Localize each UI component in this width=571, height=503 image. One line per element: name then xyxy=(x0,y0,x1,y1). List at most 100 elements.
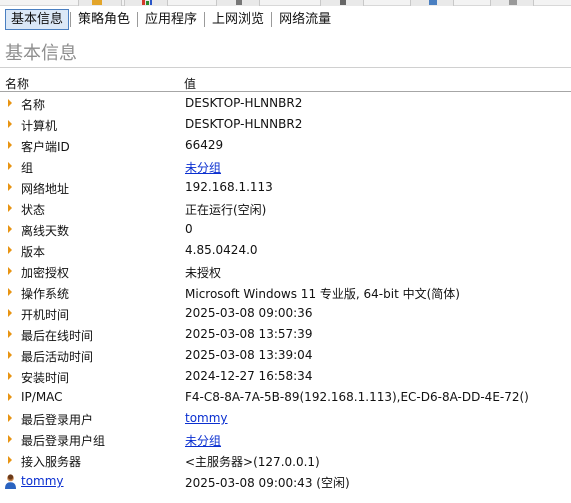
orange-triangle-icon xyxy=(8,414,12,422)
toolbar-tab-stub[interactable] xyxy=(124,0,168,6)
row-label: 加密授权 xyxy=(21,266,70,280)
row-label: IP/MAC xyxy=(21,390,63,404)
tab-applications[interactable]: 应用程序 xyxy=(139,9,203,30)
orange-triangle-icon xyxy=(8,204,12,212)
row-value: Microsoft Windows 11 专业版, 64-bit 中文(简体) xyxy=(185,287,460,301)
table-header: 名称 值 xyxy=(0,73,571,91)
table-row: 加密授权 未授权 xyxy=(0,261,571,282)
column-header-name[interactable]: 名称 xyxy=(5,75,29,92)
table-row: IP/MAC F4-C8-8A-7A-5B-89(192.168.1.113),E… xyxy=(0,387,571,408)
row-value: <主服务器>(127.0.0.1) xyxy=(185,455,320,469)
user-session-value: 2025-03-08 09:00:43 (空闲) xyxy=(185,476,350,490)
row-value: 0 xyxy=(185,222,193,236)
table-row: 版本 4.85.0424.0 xyxy=(0,240,571,261)
orange-triangle-icon xyxy=(8,351,12,359)
row-label: 组 xyxy=(21,161,34,175)
table-row: 名称 DESKTOP-HLNNBR2 xyxy=(0,93,571,114)
tab-separator xyxy=(70,11,72,27)
orange-triangle-icon xyxy=(8,267,12,275)
row-label: 开机时间 xyxy=(21,308,70,322)
row-label: 离线天数 xyxy=(21,224,70,238)
table-row: 安装时间 2024-12-27 16:58:34 xyxy=(0,366,571,387)
toolbar-icon xyxy=(429,0,437,5)
row-label: 状态 xyxy=(21,203,46,217)
table-row: 网络地址 192.168.1.113 xyxy=(0,177,571,198)
orange-triangle-icon xyxy=(8,120,12,128)
table-row: 组 未分组 xyxy=(0,156,571,177)
table-row: 最后在线时间 2025-03-08 13:57:39 xyxy=(0,324,571,345)
orange-triangle-icon xyxy=(8,330,12,338)
row-value: 正在运行(空闲) xyxy=(185,203,267,217)
table-row: 计算机 DESKTOP-HLNNBR2 xyxy=(0,114,571,135)
orange-triangle-icon xyxy=(8,309,12,317)
orange-triangle-icon xyxy=(8,225,12,233)
orange-triangle-icon xyxy=(8,288,12,296)
row-value: 未授权 xyxy=(185,266,222,280)
toolbar-tab-stub[interactable] xyxy=(78,0,122,6)
property-list: 名称 DESKTOP-HLNNBR2 计算机 DESKTOP-HLNNBR2 客户端… xyxy=(0,93,571,492)
tab-basic-info[interactable]: 基本信息 xyxy=(5,8,70,30)
toolbar-icon xyxy=(340,0,346,5)
row-value: 2025-03-08 13:39:04 xyxy=(185,348,313,362)
tab-separator xyxy=(204,11,206,27)
row-label: 名称 xyxy=(21,98,46,112)
orange-triangle-icon xyxy=(8,162,12,170)
row-label: 最后登录用户组 xyxy=(21,434,106,448)
toolbar-tab-stub[interactable] xyxy=(410,0,454,6)
table-row: 最后登录用户组 未分组 xyxy=(0,429,571,450)
section-title: 基本信息 xyxy=(5,43,77,64)
row-value: 2025-03-08 09:00:36 xyxy=(185,306,313,320)
table-row: 操作系统 Microsoft Windows 11 专业版, 64-bit 中文(… xyxy=(0,282,571,303)
column-header-value[interactable]: 值 xyxy=(184,75,196,92)
toolbar-icon xyxy=(92,0,102,5)
orange-triangle-icon xyxy=(8,246,12,254)
table-row: 最后活动时间 2025-03-08 13:39:04 xyxy=(0,345,571,366)
title-divider xyxy=(0,67,571,68)
chart-icon xyxy=(142,0,152,5)
row-value: 2024-12-27 16:58:34 xyxy=(185,369,313,383)
group-link[interactable]: 未分组 xyxy=(185,159,221,176)
info-tab-bar: 基本信息 策略角色 应用程序 上网浏览 网络流量 xyxy=(0,8,571,30)
tab-separator xyxy=(137,11,139,27)
tab-network-traffic[interactable]: 网络流量 xyxy=(273,9,337,30)
row-value: DESKTOP-HLNNBR2 xyxy=(185,96,303,110)
row-label: 最后登录用户 xyxy=(21,413,94,427)
table-row: 离线天数 0 xyxy=(0,219,571,240)
table-row: 状态 正在运行(空闲) xyxy=(0,198,571,219)
row-label: 版本 xyxy=(21,245,46,259)
row-label: 接入服务器 xyxy=(21,455,82,469)
toolbar-tab-stub[interactable] xyxy=(216,0,260,6)
user-session-link[interactable]: tommy xyxy=(21,474,64,488)
orange-triangle-icon xyxy=(8,99,12,107)
tab-web-browsing[interactable]: 上网浏览 xyxy=(206,9,270,30)
row-value: 4.85.0424.0 xyxy=(185,243,258,257)
table-row: 客户端ID 66429 xyxy=(0,135,571,156)
last-user-link[interactable]: tommy xyxy=(185,411,228,425)
table-row: 开机时间 2025-03-08 09:00:36 xyxy=(0,303,571,324)
row-value: F4-C8-8A-7A-5B-89(192.168.1.113),EC-D6-8… xyxy=(185,390,529,404)
tab-policy-role[interactable]: 策略角色 xyxy=(72,9,136,30)
tab-separator xyxy=(271,11,273,27)
toolbar-tab-stub[interactable] xyxy=(320,0,364,6)
orange-triangle-icon xyxy=(8,393,12,401)
top-toolbar-strip xyxy=(0,0,571,6)
row-label: 网络地址 xyxy=(21,182,70,196)
row-label: 安装时间 xyxy=(21,371,70,385)
orange-triangle-icon xyxy=(8,435,12,443)
user-session-row: tommy 2025-03-08 09:00:43 (空闲) xyxy=(0,471,571,492)
row-label: 操作系统 xyxy=(21,287,70,301)
orange-triangle-icon xyxy=(8,372,12,380)
row-value: 66429 xyxy=(185,138,224,152)
row-label: 计算机 xyxy=(21,119,58,133)
row-value: DESKTOP-HLNNBR2 xyxy=(185,117,303,131)
row-label: 最后在线时间 xyxy=(21,329,94,343)
row-value: 192.168.1.113 xyxy=(185,180,273,194)
last-user-group-link[interactable]: 未分组 xyxy=(185,432,221,449)
toolbar-tab-stub[interactable] xyxy=(490,0,534,6)
header-divider xyxy=(0,91,571,92)
user-icon xyxy=(5,474,16,489)
orange-triangle-icon xyxy=(8,456,12,464)
table-row: 最后登录用户 tommy xyxy=(0,408,571,429)
orange-triangle-icon xyxy=(8,141,12,149)
table-row: 接入服务器 <主服务器>(127.0.0.1) xyxy=(0,450,571,471)
